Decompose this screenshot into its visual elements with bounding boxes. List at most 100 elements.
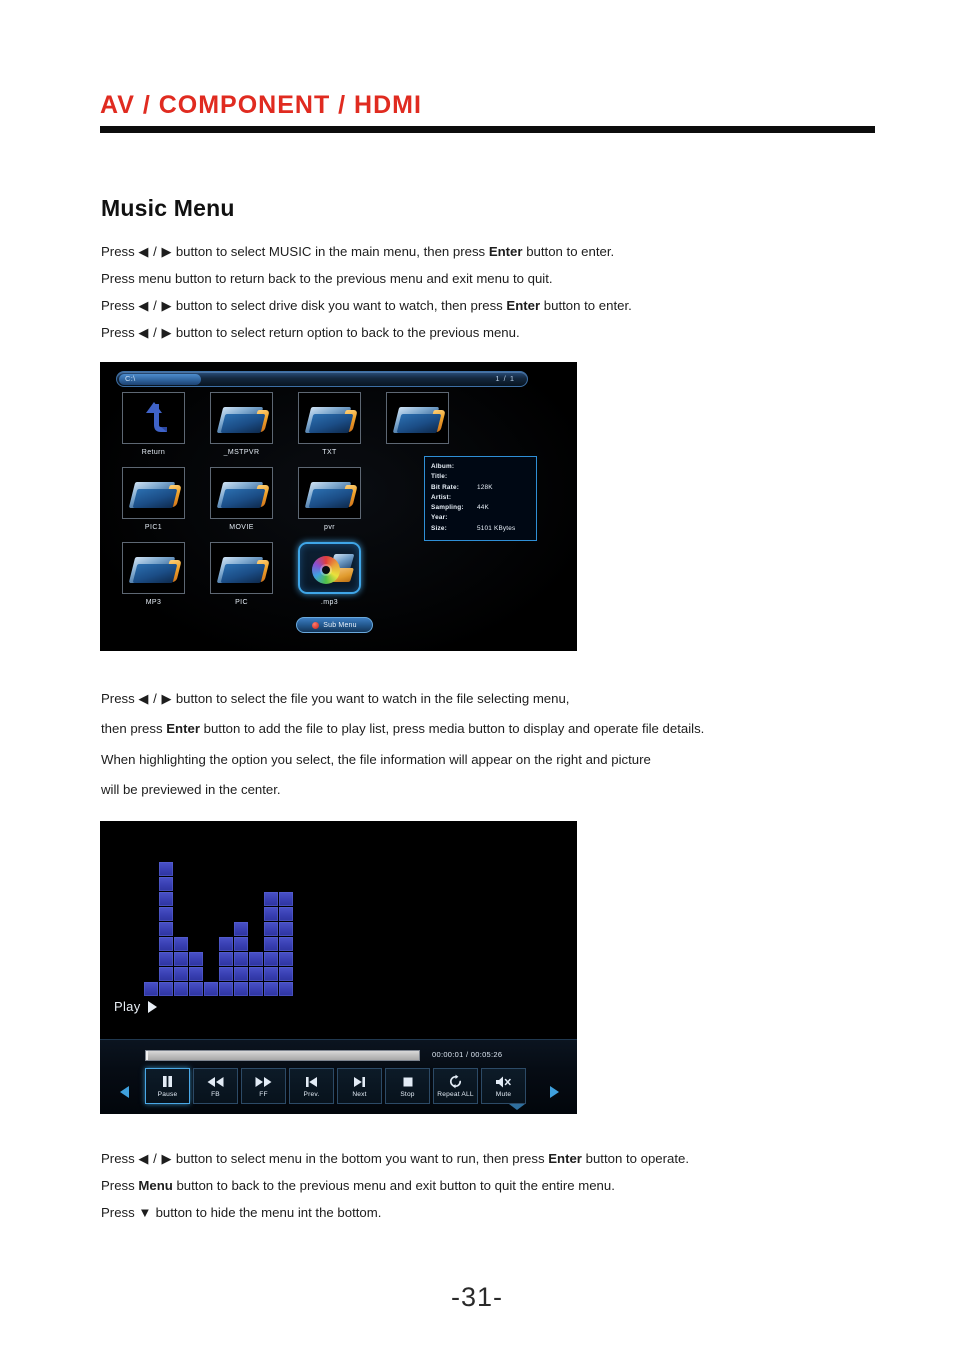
paragraph-line: then press Enter button to add the file … xyxy=(101,721,705,736)
control-next-button[interactable]: Next xyxy=(337,1068,382,1104)
emphasis-keyword: Enter xyxy=(488,244,523,259)
media-info-row: Year: xyxy=(431,513,530,523)
media-info-row: Artist: xyxy=(431,493,530,503)
rewind-icon xyxy=(206,1074,225,1089)
music-player-ui: Play 00:00:01 / 00:05:26 Pause FB FF Prev. N… xyxy=(100,821,577,1114)
media-info-row: Size: 5101 KBytes xyxy=(431,524,530,534)
control-label: Mute xyxy=(495,1091,512,1098)
file-item-thumbnail[interactable] xyxy=(122,392,185,444)
emphasis-keyword: Enter xyxy=(166,721,200,736)
direction-arrows-icon: ◀ / ▶ xyxy=(138,298,173,313)
equalizer-cell xyxy=(264,967,278,981)
control-stop-button[interactable]: Stop xyxy=(385,1068,430,1104)
file-item-thumbnail[interactable] xyxy=(122,542,185,594)
control-repeat-all-button[interactable]: Repeat ALL xyxy=(433,1068,478,1104)
equalizer-bar xyxy=(279,892,293,997)
direction-arrows-icon: ◀ / ▶ xyxy=(138,244,173,259)
equalizer-cell xyxy=(219,937,233,951)
page-number: -31- xyxy=(450,1282,503,1312)
paragraph-line: will be previewed in the center. xyxy=(101,782,281,797)
scroll-left-arrow[interactable] xyxy=(120,1086,129,1098)
control-label: Prev. xyxy=(303,1091,320,1098)
pause-icon xyxy=(160,1074,175,1089)
media-info-value: 44K xyxy=(477,504,489,512)
file-grid-item[interactable]: MP3 xyxy=(122,542,185,606)
file-grid-item[interactable]: PIC xyxy=(210,542,273,606)
file-item-thumbnail[interactable] xyxy=(210,392,273,444)
file-item-thumbnail[interactable] xyxy=(298,467,361,519)
document-page: AV / COMPONENT / HDMI Music Menu Press ◀… xyxy=(0,0,954,1354)
media-info-row: Title: xyxy=(431,472,530,482)
equalizer-bar xyxy=(144,982,158,997)
file-grid-item[interactable]: _MSTPVR xyxy=(210,392,273,456)
header-divider xyxy=(100,125,875,133)
equalizer-cell xyxy=(144,982,158,996)
folder-icon xyxy=(216,478,270,510)
file-grid-item[interactable] xyxy=(386,392,449,456)
media-info-key: Bit Rate: xyxy=(431,483,460,491)
file-grid-item[interactable]: PIC1 xyxy=(122,467,185,531)
equalizer-bar xyxy=(264,892,278,997)
file-browser-screenshot: C:\ 1 / 1 Return _MSTPVR TXT PIC1 MOVIE pvr M… xyxy=(100,362,577,651)
equalizer-cell xyxy=(174,967,188,981)
repeat-icon xyxy=(448,1074,463,1089)
equalizer-bar xyxy=(219,937,233,997)
progress-fill xyxy=(146,1051,148,1060)
control-label: Repeat ALL xyxy=(437,1091,474,1098)
scroll-right-arrow[interactable] xyxy=(550,1086,559,1098)
control-pause-button[interactable]: Pause xyxy=(145,1068,190,1104)
file-item-thumbnail[interactable] xyxy=(298,392,361,444)
hide-menu-caret-icon[interactable] xyxy=(509,1104,525,1110)
stop-icon xyxy=(401,1074,415,1089)
file-grid-item[interactable]: Return xyxy=(122,392,185,456)
sub-menu-button[interactable]: Sub Menu xyxy=(296,617,373,633)
file-grid-item[interactable]: TXT xyxy=(298,392,361,456)
paragraph-line: Press ◀ / ▶ button to select return opti… xyxy=(101,325,520,340)
file-grid-item[interactable]: .mp3 xyxy=(298,542,361,606)
file-item-thumbnail[interactable] xyxy=(122,467,185,519)
file-grid-item[interactable]: MOVIE xyxy=(210,467,273,531)
control-mute-button[interactable]: Mute xyxy=(481,1068,526,1104)
intro-paragraph: Press ◀ / ▶ button to select MUSIC in th… xyxy=(101,238,632,346)
equalizer-cell xyxy=(264,952,278,966)
outro-paragraph: Press ◀ / ▶ button to select menu in the… xyxy=(101,1145,689,1226)
media-info-value: 5101 KBytes xyxy=(477,524,516,532)
path-bar[interactable]: C:\ 1 / 1 xyxy=(116,371,528,387)
music-player-screenshot: Play 00:00:01 / 00:05:26 Pause FB FF Prev. N… xyxy=(100,821,577,1114)
equalizer-cell xyxy=(189,952,203,966)
equalizer-cell xyxy=(234,937,248,951)
control-label: Next xyxy=(352,1091,367,1098)
media-info-key: Sampling: xyxy=(431,504,464,512)
equalizer-cell xyxy=(279,967,293,981)
equalizer-cell xyxy=(159,922,173,936)
equalizer-bar xyxy=(174,937,188,997)
equalizer-bar xyxy=(189,952,203,997)
folder-icon xyxy=(128,478,182,510)
play-icon xyxy=(147,1000,157,1013)
control-prev-button[interactable]: Prev. xyxy=(289,1068,334,1104)
file-item-thumbnail[interactable] xyxy=(210,467,273,519)
page-title: AV / COMPONENT / HDMI xyxy=(100,91,422,119)
next-icon xyxy=(352,1074,367,1089)
equalizer-cell xyxy=(234,922,248,936)
equalizer-cell xyxy=(264,892,278,906)
file-item-label xyxy=(386,449,449,456)
progress-bar[interactable] xyxy=(145,1050,420,1061)
file-item-thumbnail[interactable] xyxy=(210,542,273,594)
equalizer-cell xyxy=(159,982,173,996)
equalizer-bar xyxy=(249,952,263,997)
file-grid-item[interactable]: pvr xyxy=(298,467,361,531)
file-item-label: TXT xyxy=(322,449,337,456)
return-arrow-icon xyxy=(123,393,186,445)
file-grid-row: MP3 PIC .mp3 xyxy=(100,542,577,617)
file-item-thumbnail[interactable] xyxy=(298,542,361,594)
folder-icon xyxy=(128,553,182,585)
equalizer-cell xyxy=(279,937,293,951)
control-fb-button[interactable]: FB xyxy=(193,1068,238,1104)
control-label: FF xyxy=(259,1091,268,1098)
direction-arrows-icon: ◀ / ▶ xyxy=(138,1151,173,1166)
chevron-left-icon xyxy=(120,1086,129,1098)
file-item-thumbnail[interactable] xyxy=(386,392,449,444)
control-ff-button[interactable]: FF xyxy=(241,1068,286,1104)
paragraph-line: Press ◀ / ▶ button to select menu in the… xyxy=(101,1151,689,1166)
